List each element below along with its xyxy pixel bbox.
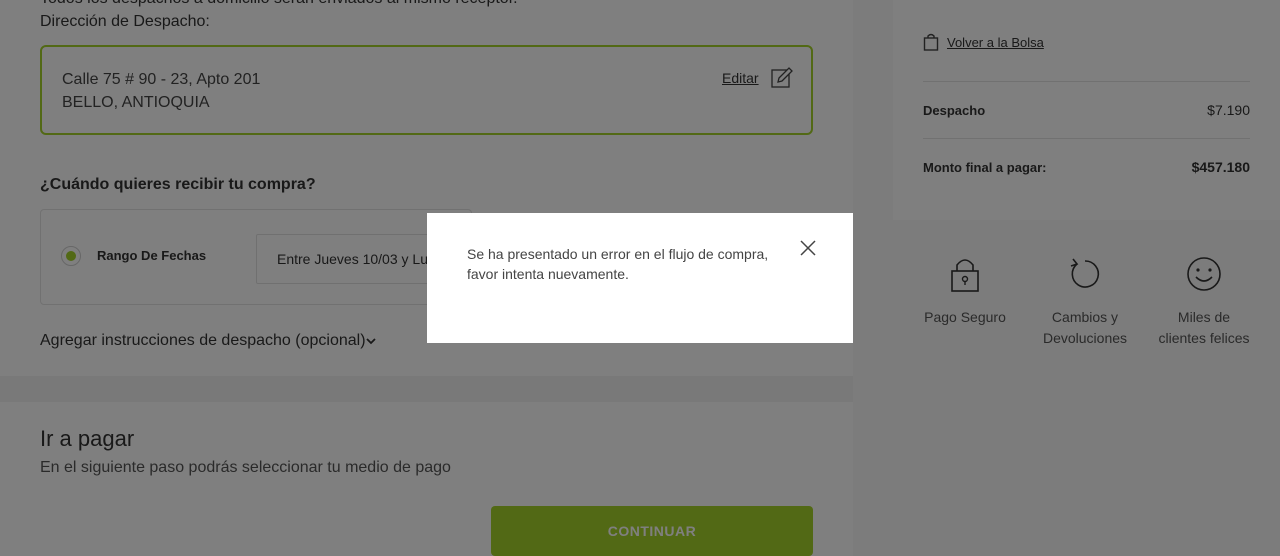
error-message: Se ha presentado un error en el flujo de…	[467, 246, 769, 282]
close-icon[interactable]	[798, 238, 818, 258]
error-modal: Se ha presentado un error en el flujo de…	[427, 213, 853, 343]
